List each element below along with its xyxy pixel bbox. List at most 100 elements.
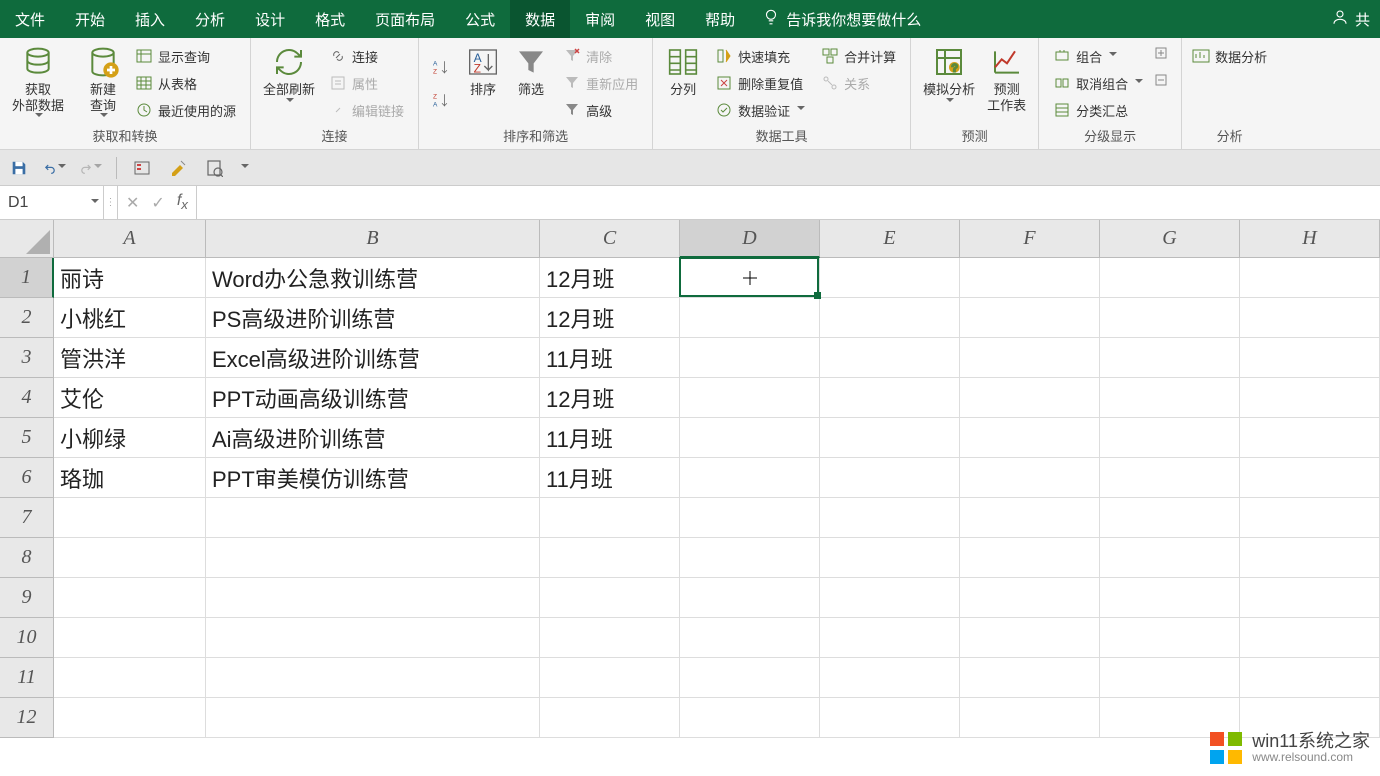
cell-B10[interactable]	[206, 618, 540, 658]
menu-tab-格式[interactable]: 格式	[300, 0, 360, 38]
cell-G6[interactable]	[1100, 458, 1240, 498]
new-query-button[interactable]: 新建 查询	[79, 42, 127, 123]
cell-F5[interactable]	[960, 418, 1100, 458]
cell-G3[interactable]	[1100, 338, 1240, 378]
cell-E4[interactable]	[820, 378, 960, 418]
properties-button[interactable]: 属性	[325, 71, 408, 95]
cell-D5[interactable]	[680, 418, 820, 458]
cell-H11[interactable]	[1240, 658, 1380, 698]
cell-A7[interactable]	[54, 498, 206, 538]
cell-C7[interactable]	[540, 498, 680, 538]
row-header-9[interactable]: 9	[0, 578, 54, 618]
cell-H9[interactable]	[1240, 578, 1380, 618]
cell-G8[interactable]	[1100, 538, 1240, 578]
recent-sources-button[interactable]: 最近使用的源	[131, 98, 240, 122]
fx-icon[interactable]: fx	[177, 192, 188, 212]
cell-D10[interactable]	[680, 618, 820, 658]
cell-C1[interactable]: 12月班	[540, 258, 680, 298]
cell-B2[interactable]: PS高级进阶训练营	[206, 298, 540, 338]
enter-icon[interactable]: ✓	[151, 193, 164, 213]
row-header-1[interactable]: 1	[0, 258, 54, 298]
cell-B4[interactable]: PPT动画高级训练营	[206, 378, 540, 418]
cell-G10[interactable]	[1100, 618, 1240, 658]
cell-H8[interactable]	[1240, 538, 1380, 578]
cell-E8[interactable]	[820, 538, 960, 578]
menu-tab-设计[interactable]: 设计	[240, 0, 300, 38]
cell-C9[interactable]	[540, 578, 680, 618]
qat-customize-icon[interactable]	[241, 164, 249, 172]
cell-F7[interactable]	[960, 498, 1100, 538]
consolidate-button[interactable]: 合并计算	[817, 44, 900, 68]
ungroup-button[interactable]: 取消组合	[1049, 71, 1147, 95]
cell-E10[interactable]	[820, 618, 960, 658]
group-button[interactable]: 组合	[1049, 44, 1147, 68]
cell-A2[interactable]: 小桃红	[54, 298, 206, 338]
cell-A4[interactable]: 艾伦	[54, 378, 206, 418]
cell-E6[interactable]	[820, 458, 960, 498]
cell-B9[interactable]	[206, 578, 540, 618]
cell-H5[interactable]	[1240, 418, 1380, 458]
cell-B6[interactable]: PPT审美模仿训练营	[206, 458, 540, 498]
column-header-C[interactable]: C	[540, 220, 680, 258]
subtotal-button[interactable]: 分类汇总	[1049, 98, 1147, 122]
column-header-H[interactable]: H	[1240, 220, 1380, 258]
cell-G7[interactable]	[1100, 498, 1240, 538]
cell-C12[interactable]	[540, 698, 680, 738]
sort-button[interactable]: AZ 排序	[459, 42, 507, 100]
filter-button[interactable]: 筛选	[507, 42, 555, 100]
data-analysis-button[interactable]: 数据分析	[1188, 42, 1271, 66]
cell-H1[interactable]	[1240, 258, 1380, 298]
cell-H6[interactable]	[1240, 458, 1380, 498]
cell-E9[interactable]	[820, 578, 960, 618]
column-header-E[interactable]: E	[820, 220, 960, 258]
cell-F11[interactable]	[960, 658, 1100, 698]
relationships-button[interactable]: 关系	[817, 71, 900, 95]
cell-F10[interactable]	[960, 618, 1100, 658]
name-box[interactable]: D1	[0, 186, 104, 219]
column-header-A[interactable]: A	[54, 220, 206, 258]
show-detail-icon[interactable]	[1155, 46, 1171, 64]
row-header-3[interactable]: 3	[0, 338, 54, 378]
cell-E2[interactable]	[820, 298, 960, 338]
cell-C8[interactable]	[540, 538, 680, 578]
cell-F12[interactable]	[960, 698, 1100, 738]
cell-B12[interactable]	[206, 698, 540, 738]
from-table-button[interactable]: 从表格	[131, 71, 240, 95]
cell-A10[interactable]	[54, 618, 206, 658]
cell-C3[interactable]: 11月班	[540, 338, 680, 378]
whatif-button[interactable]: ? 模拟分析	[917, 42, 981, 108]
cell-F4[interactable]	[960, 378, 1100, 418]
cell-D6[interactable]	[680, 458, 820, 498]
row-header-7[interactable]: 7	[0, 498, 54, 538]
clear-filter-button[interactable]: 清除	[559, 44, 642, 68]
menu-tab-公式[interactable]: 公式	[450, 0, 510, 38]
row-header-4[interactable]: 4	[0, 378, 54, 418]
cell-D9[interactable]	[680, 578, 820, 618]
cell-B5[interactable]: Ai高级进阶训练营	[206, 418, 540, 458]
tell-me-box[interactable]: 告诉我你想要做什么	[750, 0, 933, 38]
cell-C11[interactable]	[540, 658, 680, 698]
menu-tab-数据[interactable]: 数据	[510, 0, 570, 38]
menu-tab-开始[interactable]: 开始	[60, 0, 120, 38]
cell-G5[interactable]	[1100, 418, 1240, 458]
cell-E11[interactable]	[820, 658, 960, 698]
menu-tab-文件[interactable]: 文件	[0, 0, 60, 38]
cell-G9[interactable]	[1100, 578, 1240, 618]
save-button[interactable]	[8, 157, 30, 179]
cell-D8[interactable]	[680, 538, 820, 578]
cell-G11[interactable]	[1100, 658, 1240, 698]
menu-tab-分析[interactable]: 分析	[180, 0, 240, 38]
cell-B3[interactable]: Excel高级进阶训练营	[206, 338, 540, 378]
row-header-2[interactable]: 2	[0, 298, 54, 338]
row-header-12[interactable]: 12	[0, 698, 54, 738]
cell-E5[interactable]	[820, 418, 960, 458]
cancel-icon[interactable]: ✕	[126, 193, 139, 213]
data-validation-button[interactable]: 数据验证	[711, 98, 809, 122]
cell-B11[interactable]	[206, 658, 540, 698]
row-header-11[interactable]: 11	[0, 658, 54, 698]
cell-F6[interactable]	[960, 458, 1100, 498]
cell-E12[interactable]	[820, 698, 960, 738]
cell-G4[interactable]	[1100, 378, 1240, 418]
forecast-sheet-button[interactable]: 预测 工作表	[981, 42, 1032, 115]
flash-fill-button[interactable]: 快速填充	[711, 44, 809, 68]
